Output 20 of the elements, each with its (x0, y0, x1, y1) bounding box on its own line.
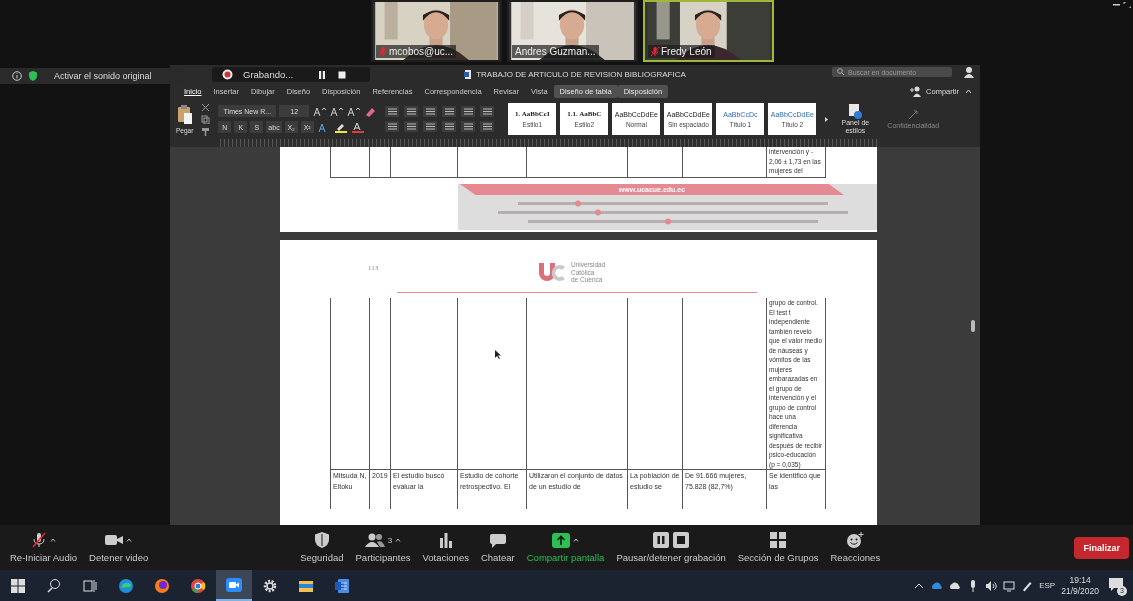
toolbar-button[interactable]: Pausar/detener grabación (610, 532, 732, 563)
participant-name: Fredy León (661, 46, 712, 57)
language-indicator[interactable]: ESP (1039, 581, 1056, 590)
participant-name: mcobos@uc... (389, 46, 454, 57)
participant-count: 3 (387, 535, 393, 545)
participant-name: Andres Guzman... (515, 46, 596, 57)
toolbar-button[interactable]: Detener video (83, 532, 155, 563)
recording-status: Grabando... (243, 69, 294, 80)
clock-date[interactable]: 21/9/2020 (1061, 585, 1099, 597)
end-meeting-button[interactable]: Finalizar (1074, 536, 1129, 559)
clock-time[interactable]: 19:14 (1069, 574, 1091, 586)
window-title: TRABAJO DE ARTICULO DE REVISION BIBLIOGRAFICA (476, 69, 686, 79)
toolbar-button[interactable]: Seguridad (294, 532, 350, 563)
toolbar-button[interactable]: Reacciones (824, 532, 887, 563)
toolbar-button[interactable]: Sección de Grupos (731, 532, 825, 563)
toolbar-button[interactable]: Chatear (474, 532, 521, 563)
toolbar-button[interactable]: Re-Iniciar Audio (4, 532, 84, 563)
toolbar-button[interactable]: 3 Participantes (349, 532, 417, 563)
toolbar-button[interactable]: Compartir pantalla (520, 532, 611, 563)
toolbar-button[interactable]: Votaciones (416, 532, 475, 563)
